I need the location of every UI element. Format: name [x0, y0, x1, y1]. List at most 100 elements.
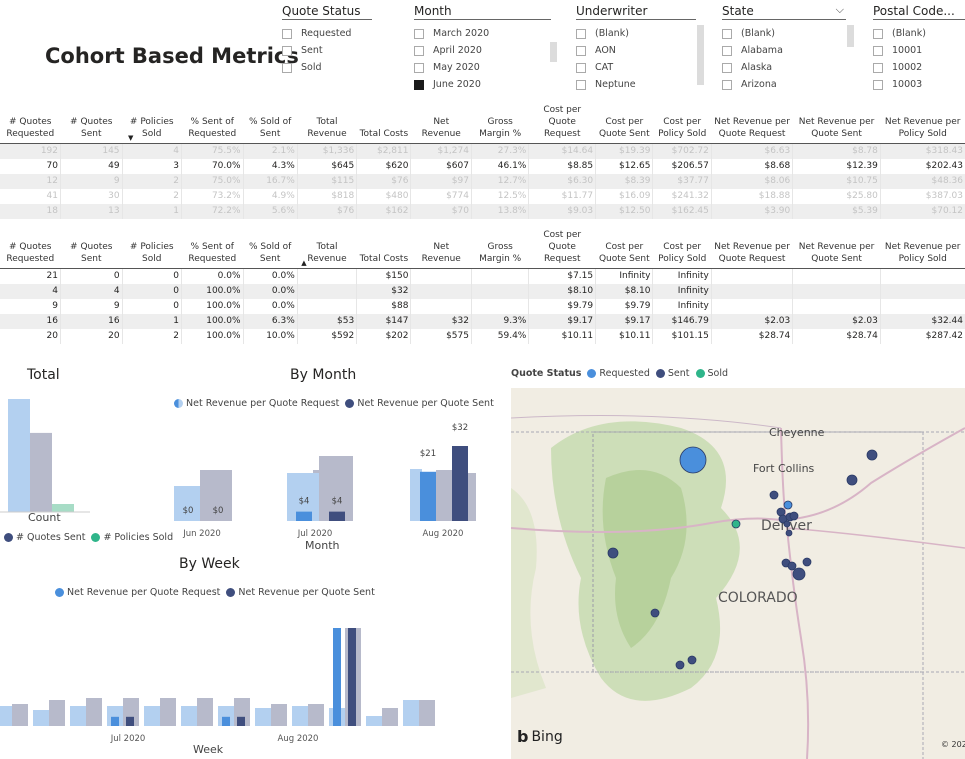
- week-bar-context-request[interactable]: [70, 706, 86, 726]
- week-bar-context-sent[interactable]: [271, 704, 287, 726]
- checkbox[interactable]: [414, 62, 424, 73]
- column-header[interactable]: Cost per Quote Request: [528, 104, 596, 144]
- slicer-item-alaska[interactable]: Alaska: [722, 59, 846, 76]
- slicer-item-requested[interactable]: Requested: [282, 25, 372, 42]
- column-header[interactable]: Net Revenue per Policy Sold: [880, 229, 965, 269]
- quote-status-slicer[interactable]: Quote Status Requested Sent Sold: [282, 4, 372, 76]
- checkbox[interactable]: [722, 28, 732, 39]
- table-row[interactable]: 18 13 1 72.2% 5.6% $76 $162 $70 13.8% $9.03 $12.50…: [0, 203, 965, 219]
- column-header[interactable]: # Quotes Sent: [60, 104, 123, 144]
- map-bubble-sent[interactable]: [785, 529, 793, 537]
- checkbox[interactable]: [414, 45, 424, 56]
- week-bar-context-request[interactable]: [366, 716, 382, 726]
- column-header[interactable]: Cost per Policy Sold: [652, 229, 712, 269]
- checkbox[interactable]: [282, 28, 292, 39]
- checkbox[interactable]: [722, 79, 732, 90]
- column-header[interactable]: Cost per Policy Sold: [652, 104, 712, 144]
- column-header[interactable]: # Quotes Requested: [0, 229, 61, 269]
- column-header[interactable]: Total Revenue: [297, 229, 357, 269]
- slicer-item-10001[interactable]: 10001: [873, 42, 965, 59]
- table-row[interactable]: 20 20 2 100.0% 10.0% $592 $202 $575 59.4% $10.11 $…: [0, 328, 965, 344]
- total-bar[interactable]: [8, 399, 30, 512]
- postal-code-slicer[interactable]: Postal Code... (Blank) 10001 10002 10003: [873, 4, 965, 93]
- total-bar[interactable]: [30, 432, 52, 512]
- week-bar-context-sent[interactable]: [49, 700, 65, 726]
- column-header[interactable]: Total Revenue: [297, 104, 357, 144]
- week-bar-request[interactable]: [111, 716, 119, 726]
- map-bubble-sent[interactable]: [650, 608, 660, 618]
- map-bubble-sent[interactable]: [846, 474, 858, 486]
- by-week-chart[interactable]: Jul 2020 Aug 2020: [0, 620, 480, 745]
- column-header[interactable]: Net Revenue per Quote Request: [711, 104, 793, 144]
- checkbox[interactable]: [282, 62, 292, 73]
- map-bubble-sent[interactable]: [687, 655, 697, 665]
- map-bubble-sent[interactable]: [769, 490, 779, 500]
- checkbox[interactable]: [722, 45, 732, 56]
- column-header[interactable]: Gross Margin %: [471, 104, 529, 144]
- map-canvas[interactable]: Cheyenne Fort Collins Denver COLORADO: [511, 388, 965, 759]
- week-bar-context-request[interactable]: [181, 706, 197, 726]
- month-bar-sent[interactable]: [452, 446, 468, 521]
- metrics-table-month[interactable]: # Quotes Requested # Quotes Sent # Policie…: [0, 104, 965, 219]
- slicer-item-may-2020[interactable]: May 2020: [414, 59, 551, 76]
- week-bar-context-request[interactable]: [33, 710, 49, 726]
- week-bar-sent[interactable]: [126, 716, 134, 726]
- month-bar-request[interactable]: [296, 511, 312, 521]
- checkbox[interactable]: [873, 62, 883, 73]
- underwriter-slicer[interactable]: Underwriter (Blank) AON CAT Neptune: [576, 4, 704, 93]
- column-header[interactable]: Net Revenue per Quote Sent: [792, 229, 881, 269]
- week-bar-context-sent[interactable]: [12, 704, 28, 726]
- table-row[interactable]: 16 16 1 100.0% 6.3% $53 $147 $32 9.3% $9.17 $9.17 $…: [0, 313, 965, 329]
- table-row[interactable]: 21 0 0 0.0% 0.0% $150 $7.15 Infinity Infinity: [0, 268, 965, 284]
- week-bar-request[interactable]: [222, 716, 230, 726]
- week-bar-context-sent[interactable]: [86, 698, 102, 726]
- week-bar-context-request[interactable]: [144, 706, 160, 726]
- column-header[interactable]: Net Revenue per Policy Sold: [880, 104, 965, 144]
- slicer-item-blank[interactable]: (Blank): [576, 25, 696, 42]
- month-bar-request[interactable]: [420, 471, 436, 521]
- state-slicer[interactable]: State ⌵ (Blank) Alabama Alaska Arizona: [722, 3, 854, 93]
- week-bar-request[interactable]: [333, 628, 341, 726]
- map-bubble-requested[interactable]: [679, 446, 707, 474]
- column-header[interactable]: Cost per Quote Sent: [595, 104, 653, 144]
- checkbox-checked[interactable]: [414, 79, 424, 90]
- slicer-item-blank[interactable]: (Blank): [722, 25, 846, 42]
- table-row[interactable]: 4 4 0 100.0% 0.0% $32 $8.10 $8.10 Infinity: [0, 283, 965, 299]
- slicer-item-alabama[interactable]: Alabama: [722, 42, 846, 59]
- slicer-item-10002[interactable]: 10002: [873, 59, 965, 76]
- checkbox[interactable]: [873, 28, 883, 39]
- total-chart[interactable]: [0, 388, 90, 513]
- map-bubble-mixed[interactable]: [607, 547, 619, 559]
- map-bubble-sent[interactable]: [787, 561, 797, 571]
- map-bubble-sent[interactable]: [866, 449, 878, 461]
- column-header[interactable]: # Quotes Requested: [0, 104, 61, 144]
- column-header[interactable]: Net Revenue: [410, 229, 472, 269]
- slicer-item-blank[interactable]: (Blank): [873, 25, 965, 42]
- state-scrollbar[interactable]: [847, 25, 854, 47]
- table-row[interactable]: 41 30 2 73.2% 4.9% $818 $480 $774 12.5% $11.77 $16…: [0, 188, 965, 204]
- week-bar-context-sent[interactable]: [419, 700, 435, 726]
- table-row[interactable]: 12 9 2 75.0% 16.7% $115 $76 $97 12.7% $6.30 $8.39 $…: [0, 173, 965, 189]
- state-slicer-title[interactable]: State ⌵: [722, 3, 846, 20]
- slicer-item-march-2020[interactable]: March 2020: [414, 25, 551, 42]
- week-bar-context-sent[interactable]: [160, 698, 176, 726]
- week-bar-sent[interactable]: [237, 716, 245, 726]
- column-header[interactable]: Cost per Quote Request: [528, 229, 596, 269]
- week-bar-context-request[interactable]: [292, 706, 308, 726]
- chevron-down-icon[interactable]: ⌵: [836, 3, 844, 17]
- column-header[interactable]: % Sold of Sent: [243, 229, 298, 269]
- slicer-item-sold[interactable]: Sold: [282, 59, 372, 76]
- column-header[interactable]: Total Costs: [356, 104, 411, 144]
- week-bar-context-request[interactable]: [403, 700, 419, 726]
- slicer-item-aon[interactable]: AON: [576, 42, 696, 59]
- column-header[interactable]: % Sent of Requested: [181, 104, 244, 144]
- slicer-item-neptune[interactable]: Neptune: [576, 76, 696, 93]
- column-header[interactable]: # Policies Sold: [122, 229, 182, 269]
- month-bar-context-sent[interactable]: [319, 456, 353, 521]
- checkbox[interactable]: [576, 28, 586, 39]
- week-bar-context-sent[interactable]: [382, 708, 398, 726]
- checkbox[interactable]: [873, 79, 883, 90]
- column-header[interactable]: Cost per Quote Sent: [595, 229, 653, 269]
- slicer-item-april-2020[interactable]: April 2020: [414, 42, 551, 59]
- map-bubble-sent[interactable]: [792, 567, 806, 581]
